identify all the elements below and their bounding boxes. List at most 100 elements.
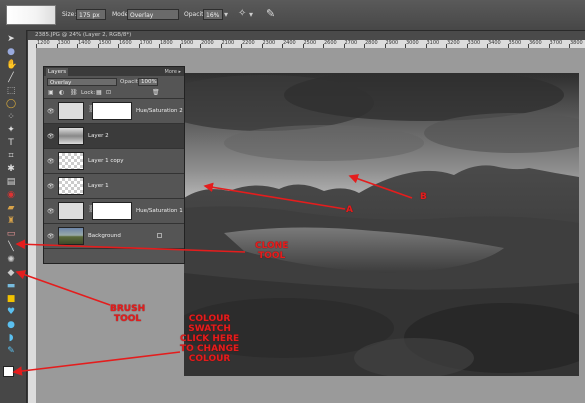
smart-brush-tool-icon[interactable]: ✺ — [6, 255, 16, 265]
cookie-cutter-tool-icon[interactable]: ✱ — [6, 164, 16, 174]
landscape-image — [184, 73, 579, 376]
ruler-tick-label: 1400 — [78, 40, 91, 46]
ruler-tick-label: 3600 — [529, 40, 542, 46]
layer-row[interactable]: 👁 Layer 1 — [44, 174, 184, 199]
layer-thumbnail — [58, 152, 84, 170]
ruler-tick-mark — [384, 44, 386, 48]
brush-tool-icon[interactable]: ╲ — [6, 242, 16, 252]
layer-opacity-field[interactable]: 100% — [138, 78, 158, 86]
layer-name: Layer 1 — [88, 183, 109, 189]
tool-options-bar: Size: 175 px Mode: Overlay Opacity: 16% … — [0, 0, 585, 31]
text-tool-icon[interactable]: T — [6, 138, 16, 148]
shape-tool-icon[interactable]: ■ — [6, 294, 16, 304]
annotation-line: BRUSH — [110, 304, 146, 314]
tab-layers[interactable]: Layers — [46, 68, 68, 76]
ruler-tick-label: 3100 — [426, 40, 440, 46]
chevron-down-icon[interactable]: ▾ — [249, 10, 253, 19]
hand-tool-icon[interactable]: ✋ — [6, 60, 17, 70]
opacity-slider-arrow-icon[interactable]: ▾ — [224, 10, 228, 19]
magic-wand-tool-icon[interactable]: ✦ — [6, 125, 16, 135]
layers-more-button[interactable]: More ▸ — [165, 68, 182, 76]
lock-all-icon[interactable]: ⊡ — [106, 89, 111, 97]
dodge-tool-icon[interactable]: ✎ — [6, 346, 16, 356]
layer-row[interactable]: 👁 ⛓ Hue/Saturation 2 — [44, 99, 184, 124]
annotation-brush-tool: BRUSH TOOL — [110, 304, 145, 324]
layer-mask-thumbnail[interactable] — [92, 202, 132, 220]
lock-label: Lock: — [81, 90, 96, 96]
ruler-tick-mark — [528, 44, 529, 48]
layer-mask-thumbnail[interactable] — [92, 102, 132, 120]
size-field[interactable]: 175 px — [76, 9, 106, 20]
ruler-tick-label: 1200 — [37, 40, 50, 46]
ruler-tick-mark — [118, 44, 119, 48]
annotation-line: COLOUR — [188, 314, 231, 324]
ruler-tick-mark — [425, 44, 427, 48]
quick-selection-tool-icon[interactable]: ⁘ — [6, 112, 16, 122]
ruler-tick-mark — [364, 44, 365, 48]
annotation-line: TOOL — [258, 251, 286, 261]
layer-row[interactable]: 👁 Layer 1 copy — [44, 149, 184, 174]
ruler-tick-mark — [241, 44, 242, 48]
crop-tool-icon[interactable]: ⌗ — [6, 151, 16, 161]
horizontal-ruler: 1200 1300 1400 1500 1600 1700 1800 1900 2000 2100… — [28, 40, 585, 49]
document-photo[interactable] — [184, 73, 579, 376]
healing-brush-tool-icon[interactable]: ▰ — [6, 203, 16, 213]
ruler-tick-label: 2000 — [201, 40, 214, 46]
annotation-colour-swatch: COLOUR SWATCH CLICK HERE TO CHANGE COLOU… — [180, 314, 239, 364]
marquee-tool-icon[interactable]: ⬚ — [6, 86, 16, 96]
eye-icon[interactable]: 👁 — [47, 133, 55, 140]
toolbox: ➤ ● ✋ ╱ ⬚ ◯ ⁘ ✦ T ⌗ ✱ ▤ ◉ ▰ ♜ ▭ ╲ ✺ ◆ ▬ … — [0, 30, 27, 403]
ruler-tick-label: 1800 — [160, 40, 173, 46]
ruler-tick-label: 2500 — [303, 40, 317, 46]
delete-layer-icon[interactable]: 🗑 — [152, 89, 160, 97]
ruler-tick-label: 3700 — [549, 40, 563, 46]
clone-stamp-tool-icon[interactable]: ♜ — [6, 216, 16, 226]
eraser-tool-icon[interactable]: ▭ — [6, 229, 16, 239]
layer-row-selected[interactable]: 👁 Layer 2 — [44, 124, 184, 149]
eye-icon[interactable]: 👁 — [47, 108, 55, 115]
eyedropper-tool-icon[interactable]: ╱ — [6, 73, 16, 83]
red-eye-tool-icon[interactable]: ◉ — [6, 190, 16, 200]
straighten-tool-icon[interactable]: ▤ — [6, 177, 16, 187]
new-layer-icon[interactable]: ▣ — [48, 89, 54, 97]
layer-row[interactable]: 👁 ⛓ Hue/Saturation 1 — [44, 199, 184, 224]
eye-icon[interactable]: 👁 — [47, 233, 55, 240]
lock-icon — [157, 233, 162, 238]
ruler-tick-mark — [446, 44, 447, 48]
gradient-tool-icon[interactable]: ▬ — [6, 281, 16, 291]
move-tool-icon[interactable]: ➤ — [6, 34, 16, 44]
foreground-color-swatch[interactable] — [3, 366, 14, 377]
sponge-tool-icon[interactable]: ◗ — [6, 333, 16, 343]
size-label: Size: — [62, 11, 77, 18]
vertical-ruler — [28, 48, 37, 403]
annotation-line: CLICK HERE — [180, 334, 240, 344]
ruler-tick-mark — [548, 44, 550, 48]
opacity-field[interactable]: 16% — [203, 9, 223, 20]
custom-shape-tool-icon[interactable]: ♥ — [6, 307, 16, 317]
brush-settings-icon[interactable]: ✎ — [266, 7, 275, 20]
ruler-tick-mark — [282, 44, 283, 48]
ruler-tick-mark — [466, 44, 468, 48]
eye-icon[interactable]: 👁 — [47, 158, 55, 165]
eye-icon[interactable]: 👁 — [47, 208, 55, 215]
adjustment-thumbnail-icon — [58, 202, 84, 220]
ruler-tick-mark — [159, 44, 160, 48]
zoom-tool-icon[interactable]: ● — [6, 47, 16, 57]
layer-name: Hue/Saturation 1 — [136, 208, 183, 214]
new-adjustment-layer-icon[interactable]: ◐ — [59, 89, 64, 97]
ruler-tick-mark — [405, 44, 406, 48]
eye-icon[interactable]: 👁 — [47, 183, 55, 190]
document-tab[interactable]: 2385.JPG @ 24% (Layer 2, RGB/8*) — [28, 31, 585, 40]
blend-mode-select[interactable]: Overlay — [47, 78, 117, 86]
airbrush-icon[interactable]: ✧ — [238, 8, 246, 19]
link-layers-icon[interactable]: ⛓ — [70, 89, 78, 97]
layer-name: Layer 2 — [88, 133, 109, 139]
mode-select[interactable]: Overlay — [127, 9, 179, 20]
ruler-tick-label: 1300 — [57, 40, 71, 46]
layer-row[interactable]: 👁 Background — [44, 224, 184, 249]
lasso-tool-icon[interactable]: ◯ — [6, 99, 16, 109]
paint-bucket-tool-icon[interactable]: ◆ — [6, 268, 16, 278]
blur-tool-icon[interactable]: ● — [6, 320, 16, 330]
lock-transparency-icon[interactable]: ▦ — [96, 89, 102, 97]
brush-preset-picker[interactable] — [6, 5, 56, 25]
